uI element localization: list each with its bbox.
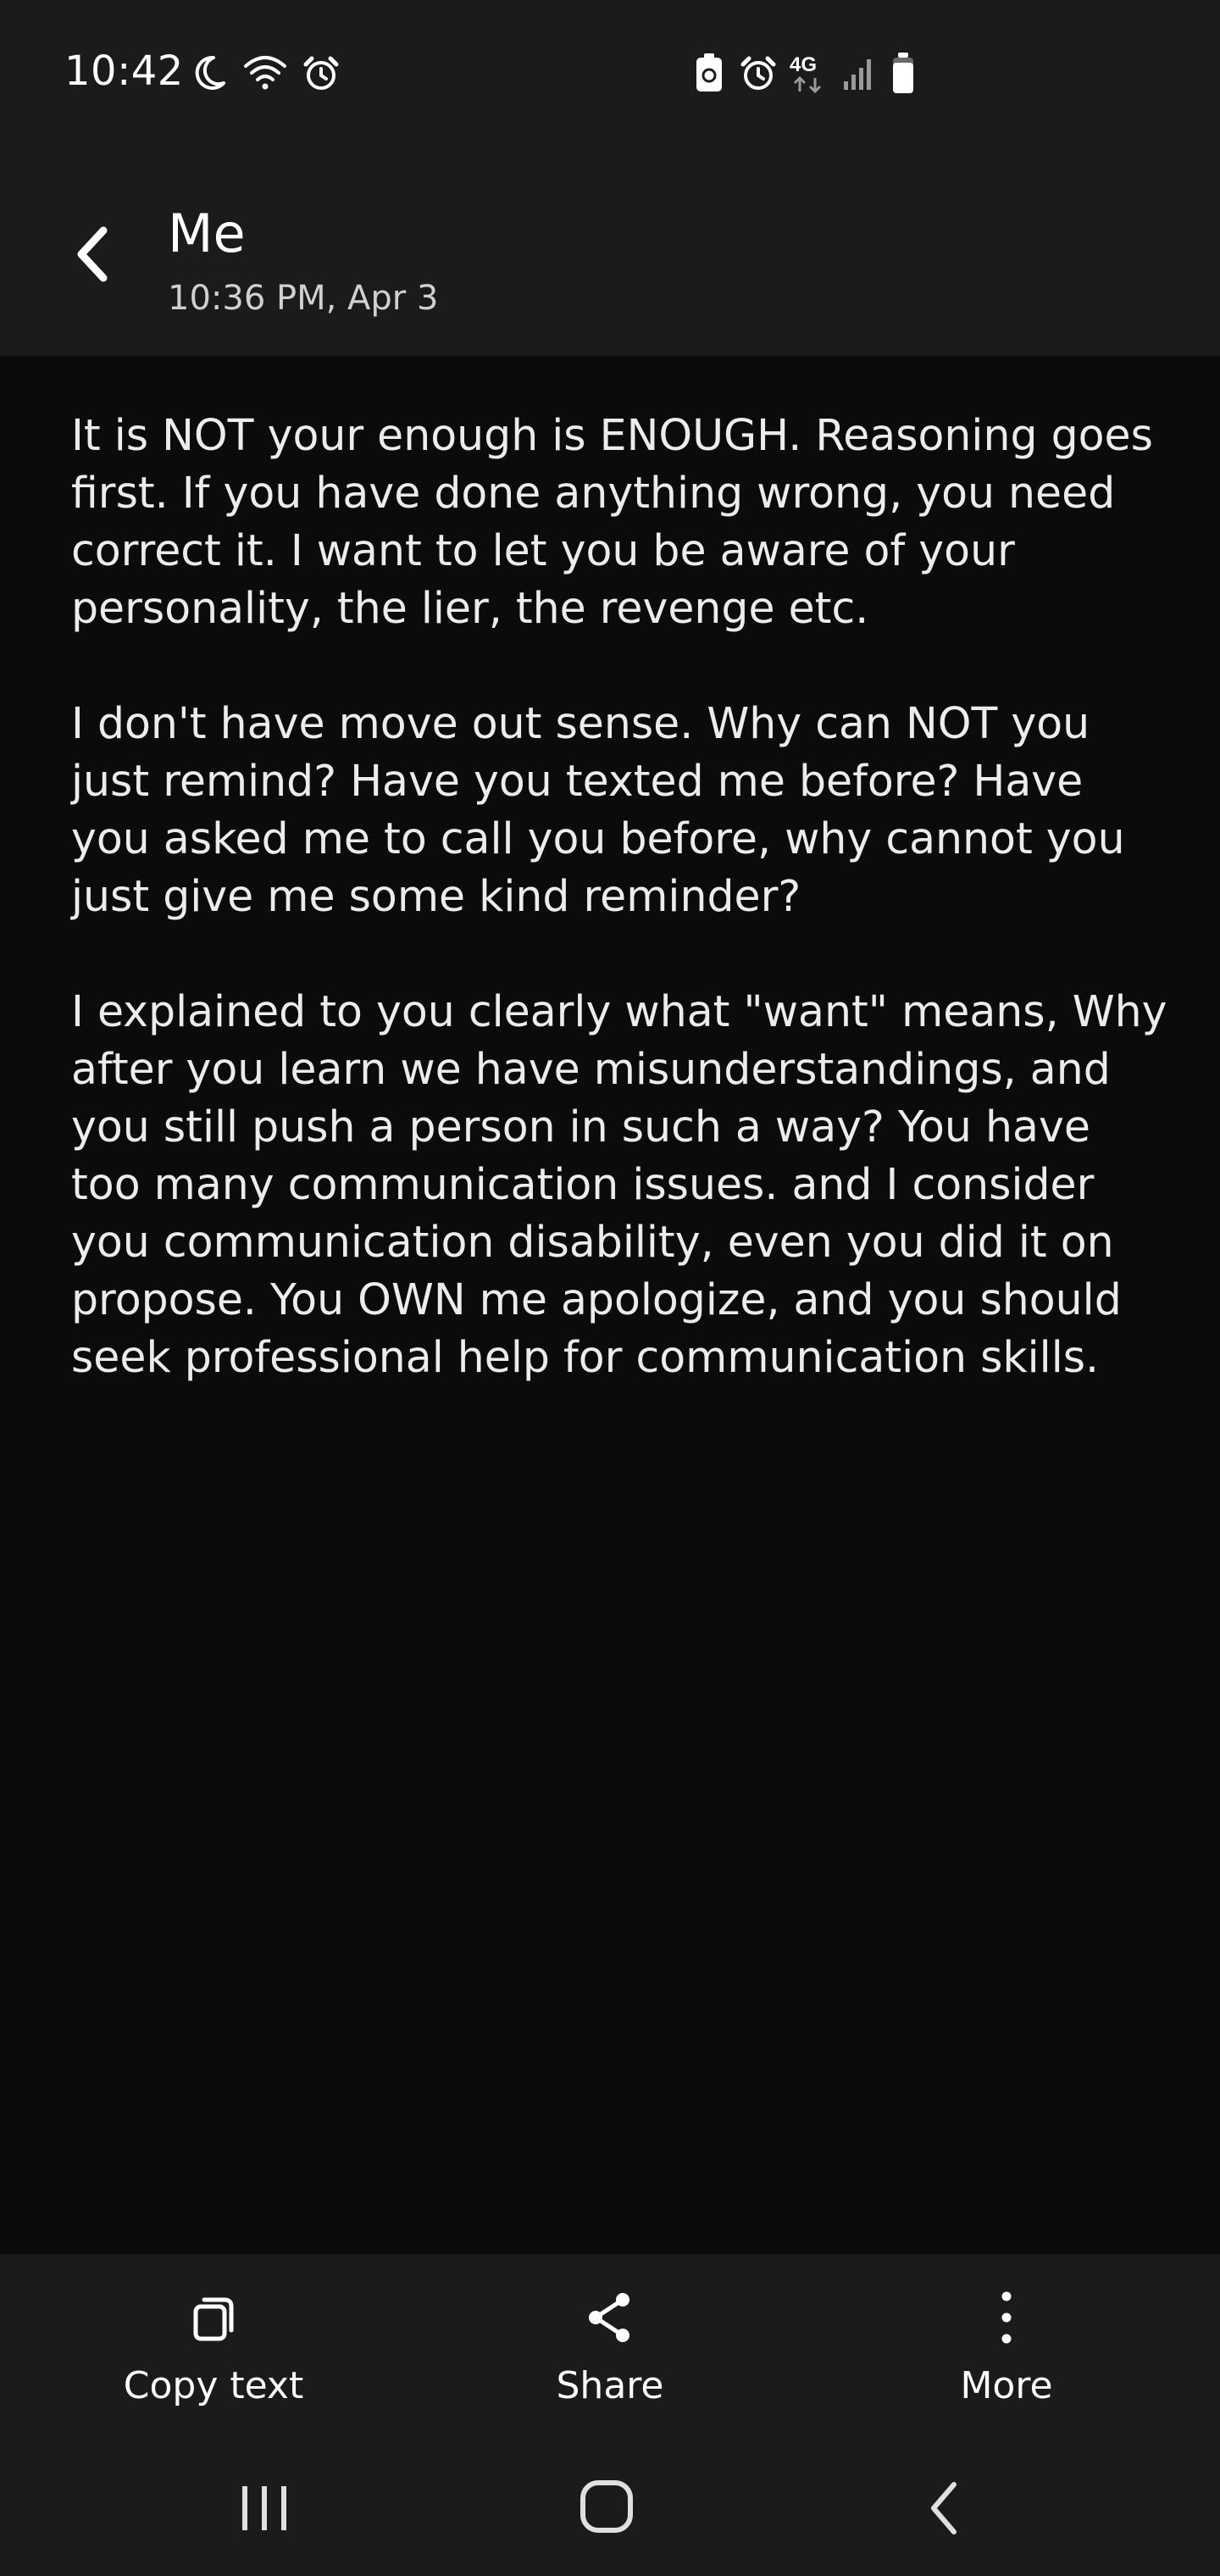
alarm-icon (303, 56, 339, 90)
share-label: Share (556, 2364, 664, 2407)
message-paragraph: I don't have move out sense. Why can NOT… (71, 698, 1125, 921)
share-icon (589, 2293, 629, 2342)
more-label: More (960, 2364, 1053, 2407)
status-bar: 10:42 4G (0, 0, 1220, 144)
message-timestamp: 10:36 PM, Apr 3 (168, 279, 439, 318)
battery-icon (893, 53, 913, 93)
moon-icon (195, 55, 225, 90)
bottom-action-bar: Copy text Share More (0, 2254, 1220, 2440)
share-button[interactable]: Share (458, 2288, 762, 2415)
message-body[interactable]: It is NOT your enough is ENOUGH. Reasoni… (71, 407, 1173, 1444)
header: Me 10:36 PM, Apr 3 (0, 144, 1220, 356)
page-title: Me (168, 203, 246, 264)
signal-icon (844, 59, 871, 90)
more-vertical-icon (1001, 2291, 1012, 2344)
home-icon[interactable] (554, 2474, 656, 2542)
message-paragraph: I explained to you clearly what "want" m… (71, 986, 1167, 1382)
wifi-icon (244, 56, 286, 90)
recent-apps-icon[interactable] (214, 2474, 315, 2542)
status-time: 10:42 (64, 47, 184, 95)
chevron-left-icon[interactable] (59, 220, 127, 288)
more-button[interactable]: More (854, 2288, 1159, 2415)
copy-text-label: Copy text (123, 2364, 304, 2407)
network-label: 4G (790, 53, 817, 76)
4g-icon: 4G (790, 53, 822, 94)
back-icon[interactable] (895, 2474, 996, 2542)
copy-icon (193, 2297, 234, 2341)
copy-text-button[interactable]: Copy text (61, 2288, 366, 2415)
recycle-battery-icon (696, 53, 722, 92)
message-paragraph: It is NOT your enough is ENOUGH. Reasoni… (71, 410, 1153, 633)
alarm-icon (740, 56, 776, 90)
system-nav-bar (0, 2440, 1220, 2576)
